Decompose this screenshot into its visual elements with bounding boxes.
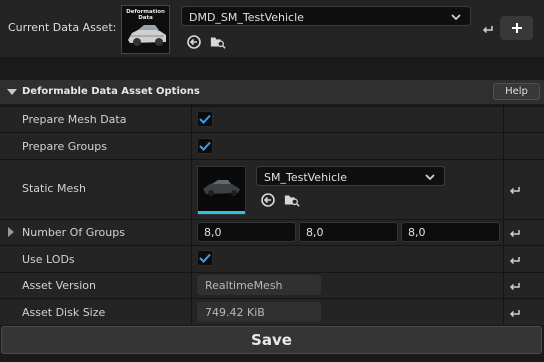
options-section-header[interactable]: Deformable Data Asset Options	[0, 80, 544, 104]
current-data-asset-label: Current Data Asset:	[8, 21, 117, 34]
car-image	[128, 25, 166, 46]
reset-arrow-icon[interactable]	[508, 253, 522, 268]
reset-arrow-icon[interactable]	[508, 183, 522, 198]
expand-arrow-icon[interactable]	[8, 227, 14, 237]
use-lods-label: Use LODs	[22, 253, 75, 266]
plus-icon	[511, 23, 522, 33]
asset-version-label: Asset Version	[22, 279, 97, 292]
asset-disk-size-label: Asset Disk Size	[22, 306, 106, 319]
checkmark-icon	[199, 253, 211, 263]
browse-arrow-icon[interactable]	[260, 192, 276, 208]
thumbnail-underline	[198, 211, 245, 214]
asset-disk-size-value: 749.42 KiB	[197, 302, 321, 322]
number-of-groups-z-field[interactable]: 8,0	[401, 222, 500, 242]
row-use-lods: Use LODs	[0, 245, 544, 272]
chevron-down-icon	[425, 174, 435, 181]
asset-version-value: RealtimeMesh	[197, 275, 321, 295]
reset-arrow-icon[interactable]	[508, 279, 522, 294]
vehicle-mesh-image	[203, 180, 240, 196]
number-of-groups-y-field[interactable]: 8,0	[299, 222, 398, 242]
reset-arrow-icon[interactable]	[481, 22, 495, 37]
checkmark-icon	[199, 114, 211, 124]
browse-arrow-icon[interactable]	[186, 34, 202, 50]
reset-arrow-icon[interactable]	[508, 306, 522, 321]
static-mesh-dropdown-value: SM_TestVehicle	[264, 171, 347, 184]
reset-arrow-icon[interactable]	[508, 226, 522, 241]
prepare-groups-checkbox[interactable]	[197, 138, 213, 154]
add-asset-button[interactable]	[500, 16, 533, 40]
row-prepare-mesh-data: Prepare Mesh Data	[0, 106, 544, 132]
folder-search-icon[interactable]	[210, 34, 226, 50]
save-button[interactable]: Save	[1, 326, 542, 354]
folder-search-icon[interactable]	[284, 192, 300, 208]
prepare-mesh-data-checkbox[interactable]	[197, 111, 213, 127]
column-divider	[503, 104, 504, 325]
data-asset-dropdown[interactable]: DMD_SM_TestVehicle	[181, 6, 471, 26]
prepare-mesh-data-label: Prepare Mesh Data	[22, 113, 127, 126]
section-title: Deformable Data Asset Options	[22, 86, 200, 97]
static-mesh-label: Static Mesh	[22, 182, 86, 195]
static-mesh-dropdown[interactable]: SM_TestVehicle	[256, 166, 445, 186]
chevron-down-icon	[451, 14, 461, 21]
number-of-groups-x-field[interactable]: 8,0	[197, 222, 296, 242]
number-of-groups-label: Number Of Groups	[22, 226, 125, 239]
use-lods-checkbox[interactable]	[197, 250, 213, 266]
data-asset-dropdown-value: DMD_SM_TestVehicle	[189, 11, 304, 24]
prepare-groups-label: Prepare Groups	[22, 140, 107, 153]
column-divider	[191, 104, 192, 325]
collapse-arrow-icon	[7, 89, 17, 95]
asset-thumbnail[interactable]: Deformation Data	[121, 5, 170, 54]
row-prepare-groups: Prepare Groups	[0, 132, 544, 159]
checkmark-icon	[199, 141, 211, 151]
static-mesh-thumbnail[interactable]	[197, 166, 246, 215]
help-button[interactable]: Help	[493, 83, 540, 100]
